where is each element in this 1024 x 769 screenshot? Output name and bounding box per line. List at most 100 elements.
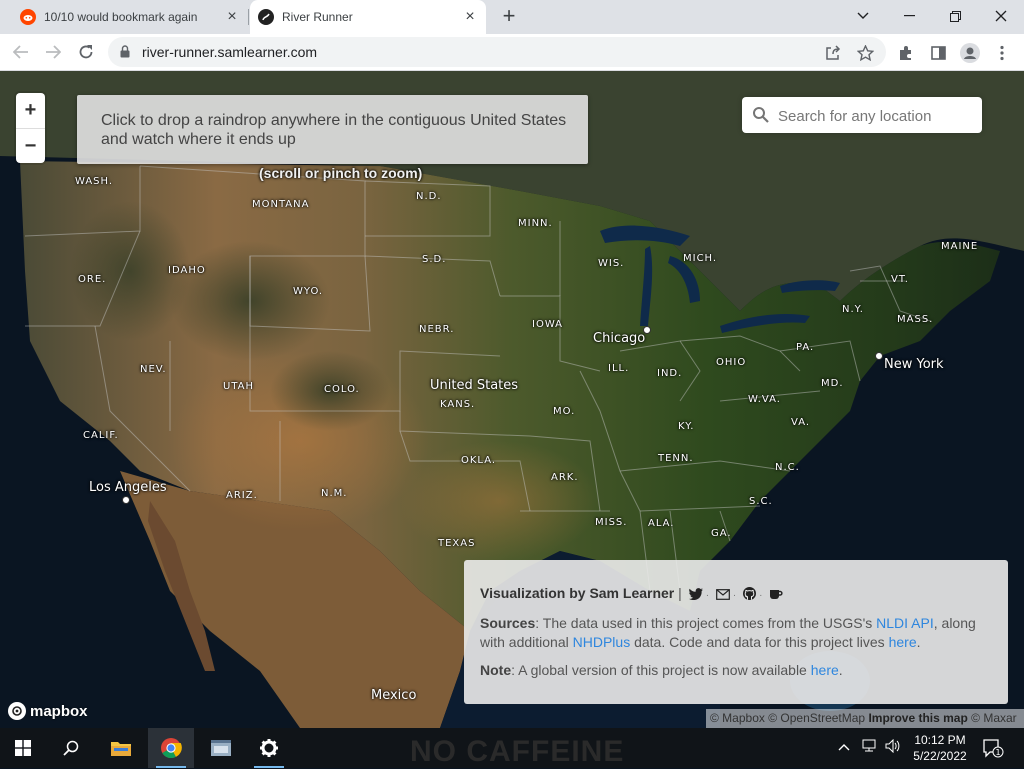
sources-label: Sources (480, 615, 536, 631)
state-label: GA. (711, 528, 732, 539)
separator-dot: · (705, 590, 710, 601)
state-label: NEBR. (419, 324, 455, 335)
close-window-button[interactable] (978, 2, 1024, 30)
state-label: WASH. (75, 176, 114, 187)
state-label: IND. (657, 368, 683, 379)
chrome-icon (161, 738, 182, 759)
close-tab-icon[interactable]: × (224, 9, 240, 25)
byline-separator: | (678, 585, 682, 601)
extensions-icon[interactable] (896, 43, 916, 63)
bookmark-star-icon[interactable] (856, 44, 874, 62)
tab-search-icon[interactable] (840, 2, 886, 30)
info-panel: Visualization by Sam Learner | · · · Sou… (464, 560, 1008, 704)
state-label: N.D. (416, 191, 442, 202)
state-label: ARIZ. (226, 490, 258, 501)
taskbar-clock[interactable]: 10:12 PM 5/22/2022 (905, 732, 975, 764)
forward-button[interactable] (41, 40, 65, 64)
state-label: CALIF. (83, 430, 119, 441)
reload-button[interactable] (74, 40, 98, 64)
state-label: MICH. (683, 253, 718, 264)
note-label: Note (480, 662, 512, 678)
chevron-up-icon[interactable] (838, 739, 850, 754)
tab-river-runner[interactable]: River Runner × (250, 0, 486, 34)
taskbar-search-icon (63, 740, 79, 756)
period: . (838, 662, 843, 678)
state-label: ARK. (551, 472, 579, 483)
state-label: ILL. (608, 363, 630, 374)
new-tab-button[interactable]: + (498, 5, 520, 28)
mapbox-attribution-link[interactable]: © Mapbox (710, 711, 765, 725)
side-panel-icon[interactable] (928, 43, 948, 63)
minimize-button[interactable] (886, 2, 932, 30)
country-label: Mexico (371, 688, 417, 703)
maxar-attribution-link[interactable]: © Maxar (971, 711, 1017, 725)
state-label: IOWA (532, 319, 564, 330)
satellite-map[interactable]: WASH. MONTANA N.D. MINN. ORE. IDAHO S.D.… (0, 71, 1024, 728)
back-button[interactable] (9, 40, 33, 64)
start-button[interactable] (0, 728, 46, 768)
state-label: MONTANA (252, 199, 310, 210)
notification-icon: 1 (983, 739, 1004, 758)
separator-dot: · (732, 590, 737, 601)
close-tab-icon[interactable]: × (462, 9, 478, 25)
browser-menu-icon[interactable] (992, 43, 1012, 63)
state-label: VT. (891, 274, 909, 285)
nldi-api-link[interactable]: NLDI API (876, 615, 934, 631)
notification-center-button[interactable]: 1 (982, 738, 1004, 758)
volume-icon[interactable] (885, 738, 901, 756)
zoom-in-button[interactable]: + (16, 93, 45, 128)
note-paragraph: Note: A global version of this project i… (480, 661, 992, 680)
separator-dot: · (759, 590, 763, 601)
chrome-taskbar-button[interactable] (148, 728, 194, 768)
state-label: TENN. (658, 453, 694, 464)
twitter-icon[interactable] (688, 586, 703, 605)
state-label: S.D. (422, 254, 447, 265)
tab-title: River Runner (282, 10, 353, 24)
mapbox-logo[interactable]: mapbox (8, 701, 88, 721)
file-explorer-button[interactable] (98, 728, 144, 768)
country-label: United States (430, 378, 519, 393)
state-label: MASS. (897, 314, 934, 325)
folder-icon (111, 742, 131, 756)
city-label: Chicago (593, 331, 646, 346)
nhdplus-link[interactable]: NHDPlus (573, 634, 631, 650)
state-label: MO. (553, 406, 576, 417)
app-taskbar-button[interactable] (198, 728, 244, 768)
restore-button[interactable] (932, 2, 978, 30)
lock-icon (120, 45, 130, 58)
windows-taskbar: NO CAFFEINE 10:12 PM 5/22/2022 1 (0, 728, 1024, 768)
network-icon[interactable] (862, 739, 878, 756)
state-label: MISS. (595, 517, 628, 528)
state-label: OKLA. (461, 455, 497, 466)
search-button[interactable] (48, 728, 94, 768)
state-label: ORE. (78, 274, 107, 285)
location-search[interactable] (742, 97, 982, 133)
zoom-out-button[interactable]: − (16, 129, 45, 164)
settings-taskbar-button[interactable] (246, 728, 292, 768)
address-bar[interactable]: river-runner.samlearner.com (108, 37, 886, 67)
improve-map-link[interactable]: Improve this map (868, 711, 967, 725)
global-version-link[interactable]: here (811, 662, 839, 678)
browser-toolbar: river-runner.samlearner.com (0, 34, 1024, 71)
github-icon[interactable] (743, 586, 757, 605)
search-input[interactable] (776, 103, 976, 129)
share-icon[interactable] (824, 44, 842, 62)
clock-date: 5/22/2022 (913, 749, 967, 763)
code-here-link[interactable]: here (889, 634, 917, 650)
instruction-panel: Click to drop a raindrop anywhere in the… (77, 95, 588, 164)
state-label: S.C. (749, 496, 773, 507)
email-icon[interactable] (716, 586, 730, 605)
mapbox-logo-icon (8, 702, 26, 720)
tab-reddit[interactable]: 10/10 would bookmark again × (12, 0, 248, 34)
river-runner-icon (258, 9, 274, 25)
browser-tab-strip: 10/10 would bookmark again × River Runne… (0, 0, 1024, 34)
coffee-icon[interactable] (769, 586, 783, 605)
tab-divider (248, 9, 249, 25)
osm-attribution-link[interactable]: © OpenStreetMap (768, 711, 865, 725)
tab-title: 10/10 would bookmark again (44, 10, 198, 24)
state-label: PA. (796, 342, 815, 353)
city-marker (122, 496, 130, 504)
author-link[interactable]: Sam Learner (589, 585, 674, 601)
wallpaper-text: NO CAFFEINE (410, 735, 625, 768)
profile-avatar[interactable] (960, 43, 980, 63)
